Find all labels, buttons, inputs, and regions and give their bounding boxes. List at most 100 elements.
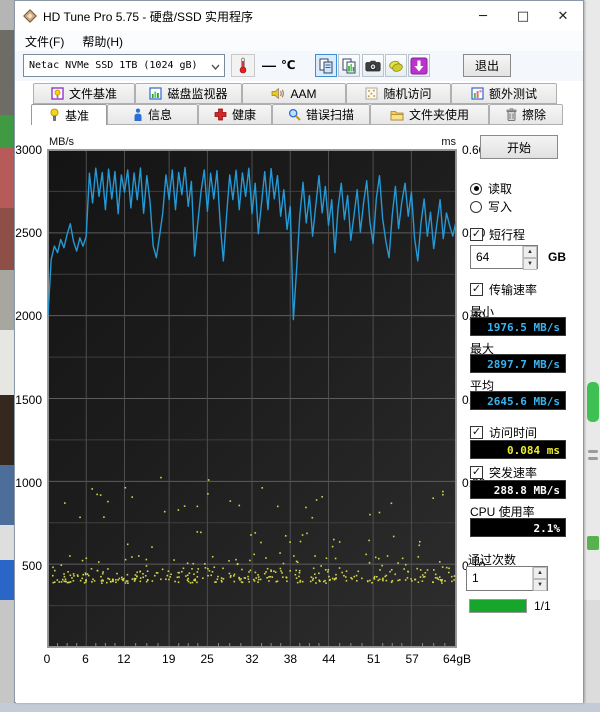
- tab-label: 文件基准: [69, 85, 117, 102]
- tab-info[interactable]: 信息: [107, 104, 198, 125]
- divider: [460, 218, 580, 219]
- tab-disk-monitor[interactable]: 磁盘监视器: [135, 83, 242, 104]
- app-window: HD Tune Pro 5.75 - 硬盘/SSD 实用程序 ─ □ ✕ 文件(…: [14, 0, 584, 703]
- access-time-checkbox[interactable]: ✓ 访问时间: [470, 424, 537, 441]
- benchmark-chart: [47, 149, 457, 648]
- tab-label: 额外测试: [489, 85, 537, 102]
- radio-write-control[interactable]: [470, 201, 482, 213]
- axis-tick-label: 51: [357, 652, 391, 666]
- axis-tick-label: 12: [107, 652, 141, 666]
- desktop-right-strip: [583, 0, 600, 712]
- stepper-up-icon[interactable]: ▲: [533, 567, 547, 579]
- benchmark-panel: MB/s ms 30002500200015001000500 0.600.50…: [16, 125, 583, 703]
- axis-tick-label: 44: [312, 652, 346, 666]
- divider: [460, 298, 580, 299]
- axis-tick-label: 64gB: [440, 652, 474, 666]
- tab-file-benchmark[interactable]: 文件基准: [33, 83, 135, 104]
- benchmark-icon: [49, 108, 60, 122]
- menu-help[interactable]: 帮助(H): [82, 33, 123, 50]
- save-results-icon: [388, 59, 404, 73]
- axis-tick-label: 25: [190, 652, 224, 666]
- axis-tick-label: 500: [22, 559, 42, 573]
- progress-label: 1/1: [534, 599, 551, 613]
- tab-label: 随机访问: [383, 85, 431, 102]
- temperature-indicator: [231, 54, 255, 77]
- close-button[interactable]: ✕: [543, 1, 583, 31]
- radio-read-control[interactable]: [470, 183, 482, 195]
- tab-label: 健康: [232, 106, 256, 123]
- short-stroke-size-stepper[interactable]: 64 ▲▼: [470, 245, 538, 269]
- drive-select[interactable]: Netac NVMe SSD 1TB (1024 gB): [23, 54, 225, 77]
- temperature-unit: ℃: [281, 58, 296, 72]
- axis-tick-label: 1000: [15, 476, 42, 490]
- drive-select-value: Netac NVMe SSD 1TB (1024 gB): [24, 60, 206, 71]
- stepper-down-icon[interactable]: ▼: [533, 579, 547, 591]
- axis-tick-label: 1500: [15, 393, 42, 407]
- tab-label: 擦除: [522, 106, 546, 123]
- tab-row-primary: 基准 信息 健康 错误扫描 文件夹使用 擦除: [31, 104, 563, 125]
- transfer-rate-checkbox[interactable]: ✓ 传输速率: [470, 281, 537, 298]
- axis-tick-label: 57: [395, 652, 429, 666]
- pass-count-value[interactable]: 1: [467, 567, 532, 590]
- desktop-bottom-strip: [0, 703, 600, 712]
- minimize-button[interactable]: ─: [463, 1, 503, 31]
- screenshot-button[interactable]: [362, 54, 384, 77]
- tab-folder-usage[interactable]: 文件夹使用: [370, 104, 489, 125]
- burst-rate-label: 突发速率: [489, 464, 537, 481]
- disk-monitor-icon: [149, 87, 162, 100]
- stepper-down-icon[interactable]: ▼: [523, 258, 537, 270]
- checkbox-icon[interactable]: ✓: [470, 283, 483, 296]
- toolbar: Netac NVMe SSD 1TB (1024 gB) — ℃: [15, 51, 583, 81]
- pass-count-stepper[interactable]: 1 ▲▼: [466, 566, 548, 591]
- start-button[interactable]: 开始: [480, 135, 558, 159]
- file-benchmark-icon: [51, 87, 64, 100]
- short-stroke-checkbox[interactable]: ✓ 短行程: [470, 226, 525, 243]
- maximize-button[interactable]: □: [503, 1, 543, 31]
- tab-extra-tests[interactable]: 额外测试: [451, 83, 557, 104]
- axis-tick-label: 2500: [15, 226, 42, 240]
- tab-label: 磁盘监视器: [167, 85, 227, 102]
- progress-bar: [469, 599, 527, 613]
- tab-random-access[interactable]: 随机访问: [346, 83, 451, 104]
- desktop-left-strip: [0, 0, 14, 712]
- progress-fill: [470, 600, 526, 612]
- extra-tests-icon: [471, 87, 484, 100]
- axis-tick-label: 3000: [15, 143, 42, 157]
- axis-tick-label: 38: [273, 652, 307, 666]
- checkbox-icon[interactable]: ✓: [470, 466, 483, 479]
- checkbox-icon[interactable]: ✓: [470, 228, 483, 241]
- title-bar[interactable]: HD Tune Pro 5.75 - 硬盘/SSD 实用程序 ─ □ ✕: [15, 1, 583, 31]
- temperature-value: —: [262, 57, 276, 73]
- error-scan-icon: [288, 108, 301, 121]
- menu-file[interactable]: 文件(F): [25, 33, 64, 50]
- window-title: HD Tune Pro 5.75 - 硬盘/SSD 实用程序: [43, 8, 253, 25]
- tab-aam[interactable]: AAM: [242, 83, 346, 104]
- right-axis-unit: ms: [416, 136, 456, 148]
- menu-bar: 文件(F) 帮助(H): [15, 31, 583, 51]
- short-stroke-size-value[interactable]: 64: [471, 246, 522, 268]
- chart-canvas: [48, 150, 456, 647]
- stepper-up-icon[interactable]: ▲: [523, 246, 537, 258]
- erase-icon: [506, 108, 517, 121]
- copy-text-button[interactable]: [315, 54, 337, 77]
- tab-error-scan[interactable]: 错误扫描: [272, 104, 370, 125]
- tab-health[interactable]: 健康: [198, 104, 272, 125]
- short-stroke-label: 短行程: [489, 226, 525, 243]
- exit-button[interactable]: 退出: [463, 54, 511, 77]
- copy-image-button[interactable]: [338, 54, 360, 77]
- tab-benchmark[interactable]: 基准: [31, 104, 107, 125]
- chevron-down-icon: [206, 59, 224, 73]
- tab-erase[interactable]: 擦除: [489, 104, 563, 125]
- download-button[interactable]: [408, 54, 430, 77]
- min-value-display: 1976.5 MB/s: [470, 317, 566, 336]
- tab-label: 基准: [65, 107, 89, 124]
- save-results-button[interactable]: [385, 54, 407, 77]
- radio-read[interactable]: 读取: [470, 180, 512, 197]
- burst-rate-checkbox[interactable]: ✓ 突发速率: [470, 464, 537, 481]
- left-axis-unit: MB/s: [49, 136, 74, 148]
- checkbox-icon[interactable]: ✓: [470, 426, 483, 439]
- radio-write[interactable]: 写入: [470, 198, 512, 215]
- max-value-display: 2897.7 MB/s: [470, 354, 566, 373]
- divider: [460, 171, 580, 172]
- transfer-rate-label: 传输速率: [489, 281, 537, 298]
